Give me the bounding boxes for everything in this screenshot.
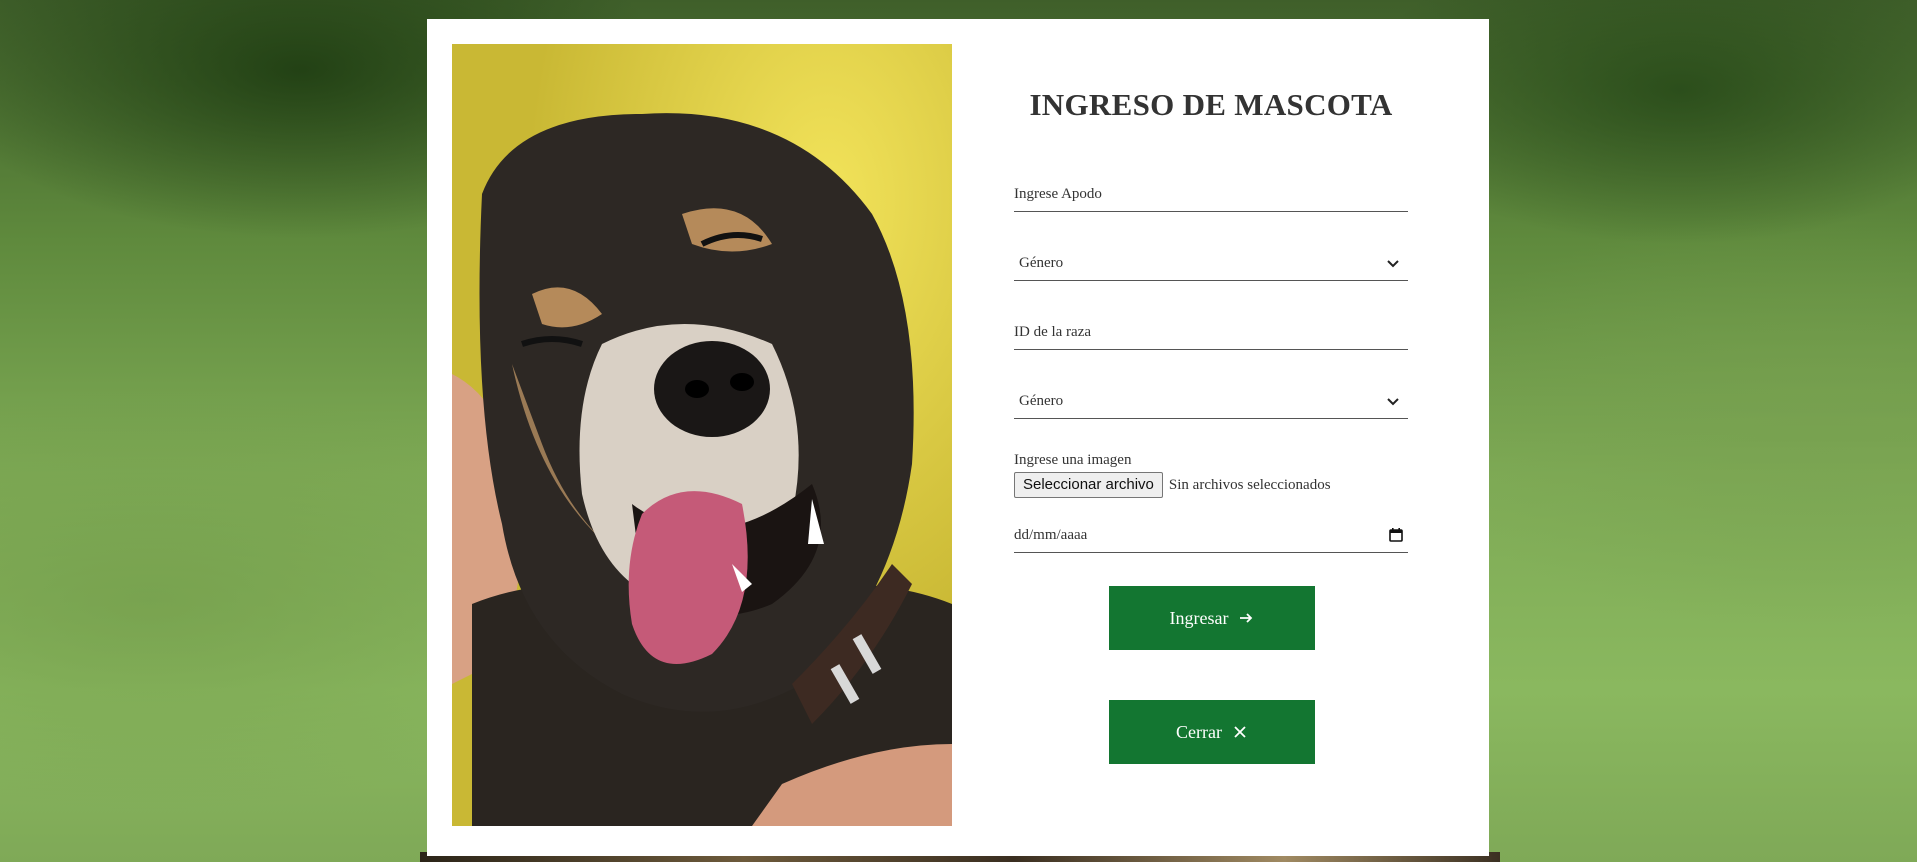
date-input[interactable]: dd/mm/aaaa [1014, 519, 1408, 553]
submit-label: Ingresar [1169, 607, 1229, 628]
image-file-input: Seleccionar archivo Sin archivos selecci… [1014, 472, 1331, 498]
gender-select-2[interactable]: Género [1014, 385, 1408, 419]
close-button[interactable]: Cerrar [1109, 700, 1315, 764]
pet-form: INGRESO DE MASCOTA Ingrese Apodo Género … [1014, 19, 1408, 856]
file-status: Sin archivos seleccionados [1168, 476, 1331, 493]
close-label: Cerrar [1176, 721, 1222, 742]
gender-select-value: Género [1019, 255, 1064, 271]
choose-file-button[interactable]: Seleccionar archivo [1014, 472, 1163, 498]
nickname-placeholder: Ingrese Apodo [1014, 186, 1102, 202]
gender-select[interactable]: Género [1014, 247, 1408, 281]
breed-id-input[interactable]: ID de la raza [1014, 316, 1408, 350]
close-icon [1234, 726, 1246, 738]
dog-photo [452, 44, 952, 826]
chevron-down-icon [1387, 398, 1399, 406]
breed-id-placeholder: ID de la raza [1014, 324, 1092, 340]
chevron-down-icon [1387, 260, 1399, 268]
nickname-input[interactable]: Ingrese Apodo [1014, 178, 1408, 212]
arrow-right-icon [1240, 613, 1253, 623]
form-title: INGRESO DE MASCOTA [1029, 87, 1393, 122]
pet-registration-card: INGRESO DE MASCOTA Ingrese Apodo Género … [427, 19, 1489, 856]
calendar-icon[interactable] [1388, 527, 1404, 543]
gender-select-2-value: Género [1019, 393, 1064, 409]
submit-button[interactable]: Ingresar [1109, 586, 1315, 650]
date-placeholder: dd/mm/aaaa [1014, 527, 1088, 543]
image-label: Ingrese una imagen [1014, 452, 1132, 468]
